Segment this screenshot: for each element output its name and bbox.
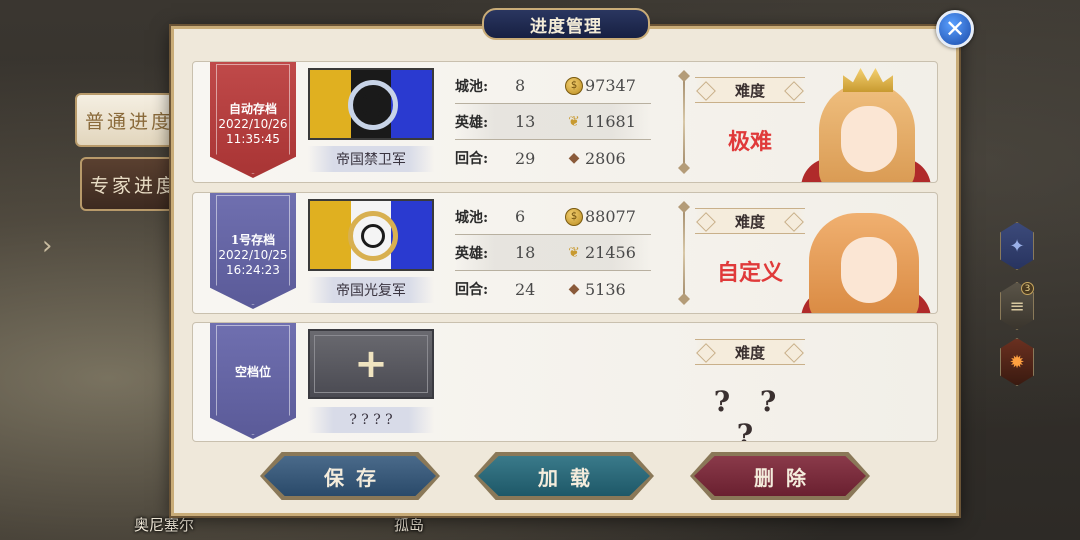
divider <box>683 74 685 170</box>
heroes-label: 英雄: <box>455 114 489 131</box>
map-city-label[interactable]: 奥尼塞尔 <box>134 514 194 535</box>
gold-value: 97347 <box>585 76 636 95</box>
load-button[interactable]: 加载 <box>474 452 654 500</box>
hero-portrait-knight <box>797 193 937 313</box>
faction-name: 帝国光复军 <box>308 277 434 303</box>
heroes-value: 13 <box>515 112 536 131</box>
save-slot-empty[interactable]: 空档位 + ? ? ? ? 难度 ? ? ? <box>192 322 938 442</box>
faction-emblem-icon <box>348 211 398 261</box>
food-grain-icon: ❦ <box>568 113 580 130</box>
save-slot-auto[interactable]: 自动存档 2022/10/26 11:35:45 帝国禁卫军 城池: 8 $ 9… <box>192 61 938 183</box>
save-button[interactable]: 保存 <box>260 452 440 500</box>
faction-flag <box>308 199 434 271</box>
faction-name: 帝国禁卫军 <box>308 146 434 172</box>
food-value: 21456 <box>585 243 636 262</box>
delete-button-label: 删除 <box>694 456 866 496</box>
panel-title: 进度管理 <box>482 8 650 40</box>
tab-normal-progress[interactable]: 普通进度 <box>75 93 175 147</box>
gold-value: 88077 <box>585 207 636 226</box>
difficulty-label: 难度 <box>695 77 805 103</box>
slot-stats: 城池: 8 $ 97347 英雄: 13 ❦ 11681 回合: 29 ◆ 28… <box>455 68 651 176</box>
difficulty-value: 极难 <box>727 129 772 155</box>
crown-icon <box>843 68 893 92</box>
wood-value: 5136 <box>585 279 626 299</box>
difficulty-label: 难度 <box>695 208 805 234</box>
save-slot-1[interactable]: 1号存档 2022/10/25 16:24:23 帝国光复军 城池: 6 $ 8… <box>192 192 938 314</box>
hero-portrait-prince <box>797 62 937 182</box>
faction-name: ? ? ? ? <box>308 407 434 433</box>
cities-label: 城池: <box>455 209 489 226</box>
slot-ribbon: 1号存档 2022/10/25 16:24:23 <box>210 193 296 309</box>
load-button-label: 加载 <box>478 456 650 496</box>
map-expand-arrow-icon[interactable]: › <box>42 232 64 260</box>
slot-ribbon: 自动存档 2022/10/26 11:35:45 <box>210 62 296 178</box>
slot-stats: 城池: 6 $ 88077 英雄: 18 ❦ 21456 回合: 24 ◆ 51… <box>455 199 651 307</box>
food-grain-icon: ❦ <box>568 244 580 261</box>
faction-emblem-icon <box>348 80 398 130</box>
slot-ribbon: 空档位 <box>210 323 296 439</box>
turns-label: 回合: <box>455 282 489 298</box>
difficulty-value: 自定义 <box>716 260 783 286</box>
scroll-count-badge: 3 <box>1021 282 1034 295</box>
cities-label: 城池: <box>455 78 489 95</box>
food-value: 11681 <box>585 112 636 131</box>
map-city-label[interactable]: 孤岛 <box>394 514 424 535</box>
heroes-value: 18 <box>515 243 536 262</box>
divider <box>683 205 685 301</box>
cities-value: 8 <box>515 76 526 95</box>
gold-coin-icon: $ <box>565 207 583 226</box>
wood-value: 2806 <box>585 148 626 168</box>
gold-coin-icon: $ <box>565 76 583 95</box>
faction-flag <box>308 68 434 140</box>
tab-expert-progress[interactable]: 专家进度 <box>80 157 180 211</box>
turns-value: 29 <box>515 148 536 168</box>
new-save-plus-icon[interactable]: + <box>308 329 434 399</box>
turns-value: 24 <box>515 279 536 299</box>
difficulty-label: 难度 <box>695 339 805 365</box>
wood-icon: ◆ <box>568 281 580 297</box>
cities-value: 6 <box>515 207 526 226</box>
difficulty-value: ? ? ? <box>713 385 787 442</box>
save-button-label: 保存 <box>264 456 436 496</box>
close-icon[interactable]: ✕ <box>936 10 974 48</box>
heroes-label: 英雄: <box>455 245 489 262</box>
wood-icon: ◆ <box>568 150 580 166</box>
turns-label: 回合: <box>455 151 489 167</box>
delete-button[interactable]: 删除 <box>690 452 870 500</box>
